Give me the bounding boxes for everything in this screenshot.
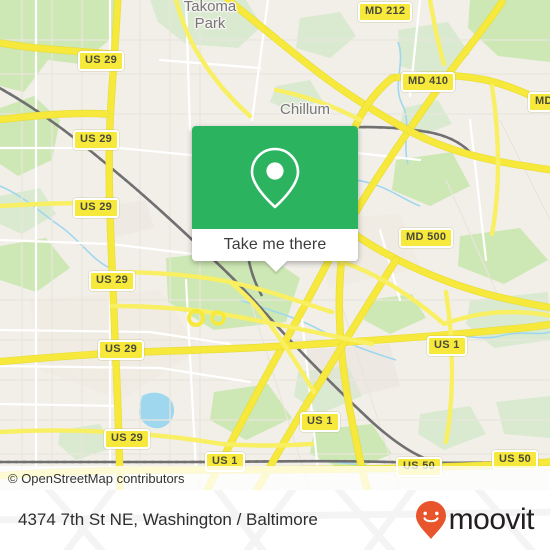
footer-content: 4374 7th St NE, Washington / Baltimore m… <box>0 490 550 550</box>
highway-shield-us-29-1: US 29 <box>78 51 125 71</box>
moovit-wordmark: moovit <box>448 503 535 536</box>
moovit-brand: moovit <box>414 500 550 540</box>
highway-shield-us-29-2: US 29 <box>73 130 120 150</box>
callout-action-area[interactable]: Take me there <box>192 229 358 272</box>
map-attribution[interactable]: © OpenStreetMap contributors <box>0 466 550 490</box>
highway-shield-us-29-3: US 29 <box>73 198 120 218</box>
place-label-chillum: Chillum <box>280 101 331 118</box>
location-address: 4374 7th St NE, Washington / Baltimore <box>18 510 318 529</box>
callout-tail <box>265 261 287 272</box>
footer-bar: 4374 7th St NE, Washington / Baltimore m… <box>0 490 550 550</box>
highway-shield-us-1-1: US 1 <box>427 336 467 356</box>
highway-shield-us-29-4: US 29 <box>89 271 136 291</box>
location-callout-card[interactable]: Take me there <box>192 126 358 272</box>
highway-shield-us-1-3: US 1 <box>300 412 340 432</box>
highway-shield-us-29-6: US 29 <box>104 429 151 449</box>
moovit-pin-icon <box>415 501 446 539</box>
highway-shield-us-29-5: US 29 <box>98 340 145 360</box>
highway-shield-md-410: MD 410 <box>401 72 456 92</box>
highway-shield-md-212: MD 212 <box>358 2 413 22</box>
callout-pin-area <box>192 126 358 229</box>
map-canvas[interactable]: .park { fill:#cde8b4; } .park2 { fill:#d… <box>0 0 550 490</box>
place-label-takoma-park: Takoma Park <box>170 0 250 32</box>
attribution-text: © OpenStreetMap contributors <box>8 470 185 486</box>
place-label-line2: Park <box>194 15 226 32</box>
moovit-map-screen: .park { fill:#cde8b4; } .park2 { fill:#d… <box>0 0 550 550</box>
highway-shield-md-edge: MD <box>528 92 550 112</box>
highway-shield-md-500: MD 500 <box>399 228 454 248</box>
map-pin-icon <box>250 147 300 208</box>
place-label-line1: Takoma <box>183 0 237 15</box>
take-me-there-label: Take me there <box>223 236 327 253</box>
